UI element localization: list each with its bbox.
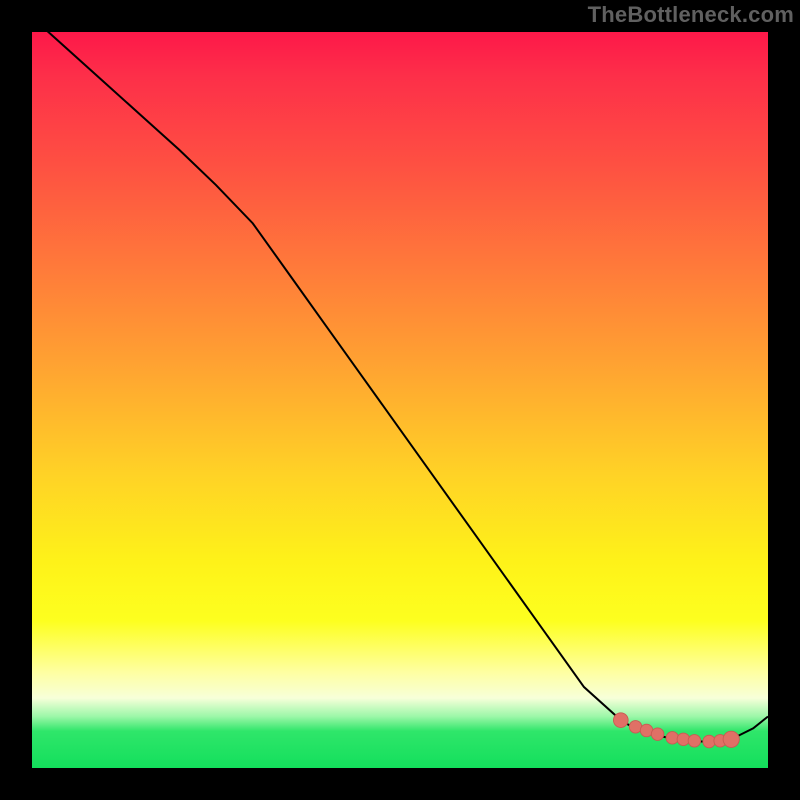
highlighted-points	[32, 32, 768, 768]
highlight-point	[613, 713, 628, 728]
highlight-point	[723, 731, 739, 747]
highlight-point	[651, 728, 664, 741]
watermark-text: TheBottleneck.com	[588, 2, 794, 28]
plot-area	[32, 32, 768, 768]
highlight-point	[703, 735, 716, 748]
highlight-point	[677, 733, 690, 746]
chart-frame: TheBottleneck.com	[0, 0, 800, 800]
highlight-point	[688, 735, 701, 748]
highlight-point	[666, 732, 679, 745]
